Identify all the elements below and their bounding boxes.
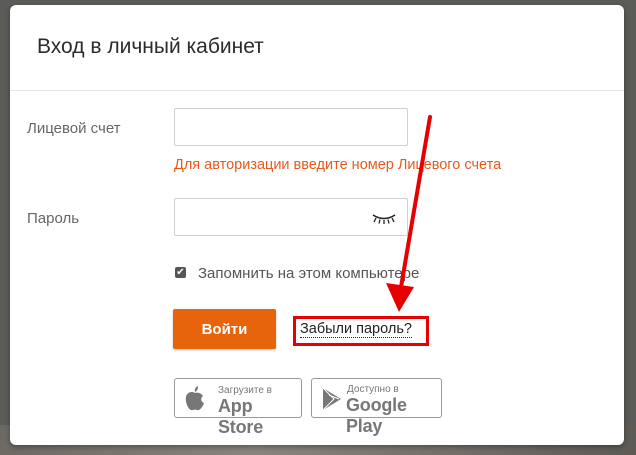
- password-input[interactable]: [174, 198, 408, 236]
- account-label: Лицевой счет: [27, 120, 121, 137]
- password-label: Пароль: [27, 210, 80, 227]
- forgot-password-link[interactable]: Забыли пароль?: [300, 321, 412, 338]
- account-input[interactable]: [174, 108, 408, 146]
- google-play-big-text: Google Play: [346, 395, 407, 436]
- remember-checkbox[interactable]: ✔: [175, 267, 186, 278]
- app-store-badge[interactable]: Загрузите в App Store: [174, 378, 302, 437]
- login-button[interactable]: Войти: [173, 309, 276, 349]
- app-store-big-text: App Store: [218, 396, 264, 437]
- account-hint: Для авторизации введите номер Лицевого с…: [174, 157, 502, 173]
- google-play-badge[interactable]: Доступно в Google Play: [311, 378, 442, 436]
- google-play-small-text: Доступно в: [347, 384, 399, 395]
- dialog-header: Вход в личный кабинет: [10, 5, 624, 91]
- apple-icon: [185, 386, 204, 411]
- login-dialog: Вход в личный кабинет Лицевой счет Для а…: [10, 5, 624, 445]
- dialog-title: Вход в личный кабинет: [37, 35, 264, 58]
- app-store-small-text: Загрузите в: [218, 385, 272, 396]
- google-play-icon: [322, 387, 341, 411]
- show-password-icon[interactable]: [371, 212, 397, 224]
- remember-label: Запомнить на этом компьютере: [198, 265, 420, 282]
